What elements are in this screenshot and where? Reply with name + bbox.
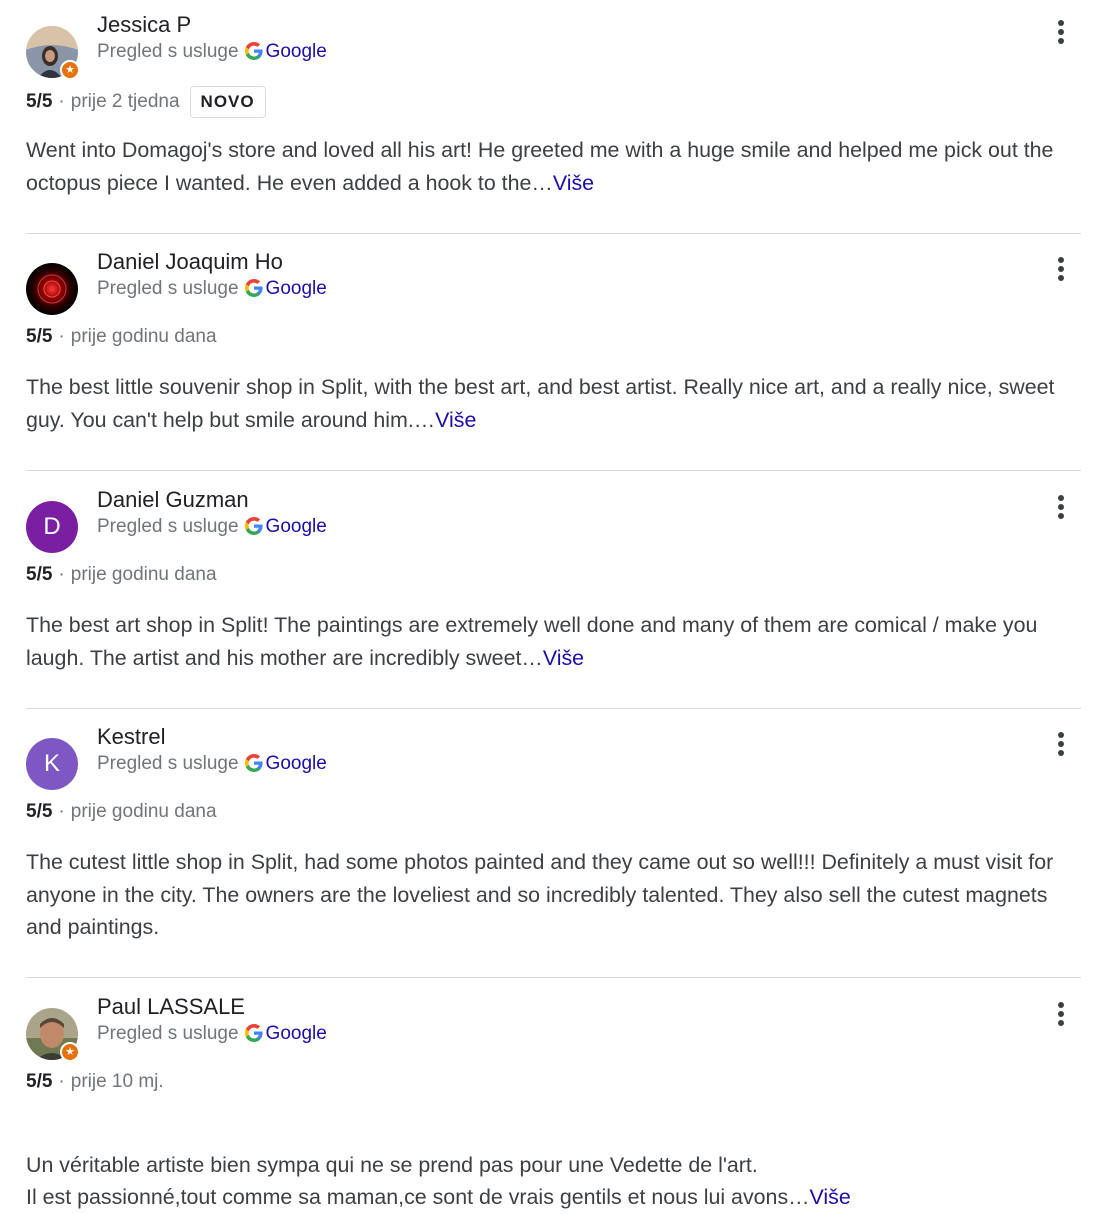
source-prefix: Pregled s usluge: [97, 753, 239, 774]
source-brand-link[interactable]: Google: [266, 753, 327, 774]
avatar[interactable]: [26, 263, 78, 315]
author-name[interactable]: Daniel Joaquim Ho: [97, 249, 283, 275]
divider: [26, 233, 1081, 234]
more-options-button[interactable]: [1046, 249, 1076, 289]
more-options-button[interactable]: [1046, 724, 1076, 764]
more-vert-icon: [1058, 495, 1064, 519]
rating: 5/5: [26, 91, 53, 112]
meta-separator: ·: [58, 564, 65, 585]
review-meta: 5/5 · prije 2 tjedna NOVO: [26, 86, 266, 118]
avatar[interactable]: K: [26, 738, 78, 790]
review-time: prije 10 mj.: [70, 1071, 164, 1092]
review-meta: 5/5 · prije 10 mj.: [26, 1070, 164, 1094]
review-text: The best art shop in Split! The painting…: [26, 609, 1086, 674]
source-brand-link[interactable]: Google: [266, 1023, 327, 1044]
review-time: prije godinu dana: [70, 326, 217, 347]
review-meta: 5/5 · prije godinu dana: [26, 563, 217, 587]
more-options-button[interactable]: [1046, 12, 1076, 52]
more-link[interactable]: Više: [435, 408, 476, 432]
review-text: Un véritable artiste bien sympa qui ne s…: [26, 1116, 1086, 1214]
review-source: Pregled s usluge Google: [97, 278, 327, 300]
new-badge: NOVO: [189, 86, 266, 118]
google-g-icon: [244, 1024, 263, 1042]
google-g-icon: [244, 754, 263, 772]
divider: [26, 708, 1081, 709]
reviews-list: ★ Jessica P Pregled s usluge Google 5/5 · p…: [0, 0, 1107, 1209]
review-source: Pregled s usluge Google: [97, 1023, 327, 1045]
meta-separator: ·: [58, 91, 65, 112]
more-link[interactable]: Više: [810, 1185, 851, 1209]
review-text: Went into Domagoj's store and loved all …: [26, 134, 1086, 199]
review-time: prije godinu dana: [70, 564, 217, 585]
avatar[interactable]: D: [26, 501, 78, 553]
author-name[interactable]: Daniel Guzman: [97, 487, 249, 513]
review-meta: 5/5 · prije godinu dana: [26, 325, 217, 349]
author-name[interactable]: Kestrel: [97, 724, 165, 750]
more-vert-icon: [1058, 732, 1064, 756]
review-text-body: The best little souvenir shop in Split, …: [26, 375, 1055, 432]
google-g-icon: [244, 517, 263, 535]
source-brand-link[interactable]: Google: [266, 278, 327, 299]
review-time: prije 2 tjedna: [70, 91, 180, 112]
source-prefix: Pregled s usluge: [97, 41, 239, 62]
author-name[interactable]: Paul LASSALE: [97, 994, 245, 1020]
review-source: Pregled s usluge Google: [97, 753, 327, 775]
rating: 5/5: [26, 1071, 53, 1092]
divider: [26, 977, 1081, 978]
source-prefix: Pregled s usluge: [97, 516, 239, 537]
divider: [26, 470, 1081, 471]
more-vert-icon: [1058, 20, 1064, 44]
more-vert-icon: [1058, 257, 1064, 281]
meta-separator: ·: [58, 326, 65, 347]
review-text-body: The best art shop in Split! The painting…: [26, 613, 1038, 670]
local-guide-star-icon: ★: [60, 60, 80, 80]
more-options-button[interactable]: [1046, 487, 1076, 527]
review-text: The best little souvenir shop in Split, …: [26, 371, 1086, 436]
review-text: The cutest little shop in Split, had som…: [26, 846, 1086, 944]
local-guide-star-icon: ★: [60, 1042, 80, 1062]
avatar-letter: K: [43, 750, 60, 777]
review-source: Pregled s usluge Google: [97, 516, 327, 538]
rating: 5/5: [26, 326, 53, 347]
more-link[interactable]: Više: [543, 646, 584, 670]
more-vert-icon: [1058, 1002, 1064, 1026]
source-prefix: Pregled s usluge: [97, 1023, 239, 1044]
review-text-body: Went into Domagoj's store and loved all …: [26, 138, 1054, 195]
review-time: prije godinu dana: [70, 801, 217, 822]
avatar-photo: [26, 263, 78, 315]
review-text-body: The cutest little shop in Split, had som…: [26, 850, 1054, 939]
avatar-letter-bg: K: [26, 738, 78, 790]
source-brand-link[interactable]: Google: [266, 516, 327, 537]
google-g-icon: [244, 42, 263, 60]
meta-separator: ·: [58, 801, 65, 822]
author-name[interactable]: Jessica P: [97, 12, 191, 38]
google-g-icon: [244, 279, 263, 297]
avatar-letter: D: [43, 513, 61, 540]
more-link[interactable]: Više: [553, 171, 594, 195]
source-prefix: Pregled s usluge: [97, 278, 239, 299]
review-text-body: Un véritable artiste bien sympa qui ne s…: [26, 1152, 810, 1210]
rating: 5/5: [26, 801, 53, 822]
meta-separator: ·: [58, 1071, 65, 1092]
avatar-letter-bg: D: [26, 501, 78, 553]
avatar[interactable]: ★: [26, 1008, 80, 1062]
source-brand-link[interactable]: Google: [266, 41, 327, 62]
avatar[interactable]: ★: [26, 26, 80, 80]
rating: 5/5: [26, 564, 53, 585]
review-source: Pregled s usluge Google: [97, 41, 327, 63]
review-meta: 5/5 · prije godinu dana: [26, 800, 217, 824]
more-options-button[interactable]: [1046, 994, 1076, 1034]
